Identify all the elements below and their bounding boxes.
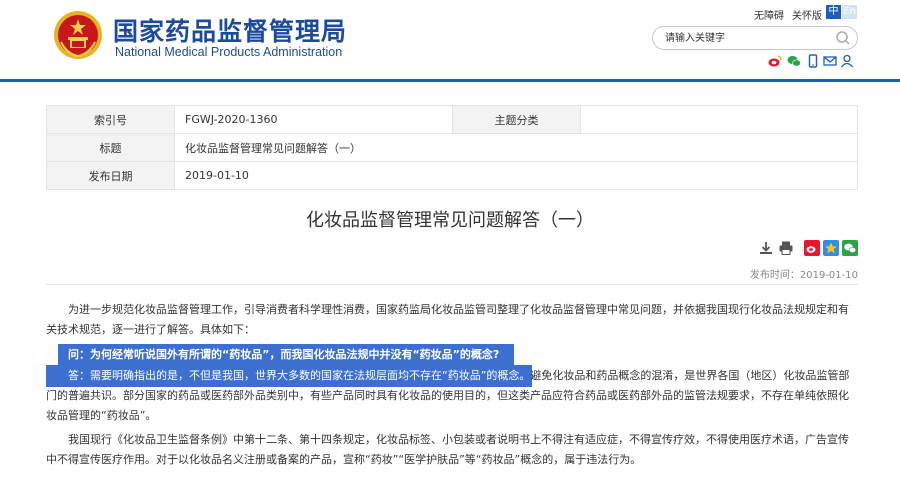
weibo-share-icon[interactable] xyxy=(804,240,820,256)
wechat-icon[interactable] xyxy=(787,54,801,68)
top-links: 无障碍 关怀版 xyxy=(754,7,830,22)
print-icon[interactable] xyxy=(778,240,794,256)
article-title: 化妆品监督管理常见问题解答（一） xyxy=(306,210,594,231)
answer-paragraph: 答：需要明确指出的是，不但是我国，世界大多数的国家在法规层面均不存在“药妆品”的… xyxy=(46,366,858,426)
national-emblem-icon[interactable] xyxy=(53,10,103,60)
download-icon[interactable] xyxy=(758,240,774,256)
title-label: 标题 xyxy=(46,133,175,162)
index-value: FGWJ-2020-1360 xyxy=(174,105,453,134)
answer-highlight-text: 答：需要明确指出的是，不但是我国，世界大多数的国家在法规层面均不存在“药妆品”的… xyxy=(68,369,531,382)
search-icon[interactable] xyxy=(835,30,851,46)
site-title[interactable]: 国家药品监督管理局 xyxy=(113,12,347,48)
publish-time: 发布时间：2019-01-10 xyxy=(749,270,858,281)
search-box xyxy=(652,26,858,50)
search-input[interactable] xyxy=(665,30,825,46)
index-label: 索引号 xyxy=(46,105,175,134)
table-row: 标题 化妆品监督管理常见问题解答（一） xyxy=(46,133,858,162)
site-title-en[interactable]: National Medical Products Administration xyxy=(115,45,342,59)
topic-label: 主题分类 xyxy=(452,105,581,134)
user-icon[interactable] xyxy=(840,54,854,68)
table-row: 发布日期 2019-01-10 xyxy=(46,161,858,190)
meta-table: 索引号 FGWJ-2020-1360 主题分类 标题 化妆品监督管理常见问题解答… xyxy=(46,105,858,190)
date-label: 发布日期 xyxy=(46,161,175,190)
title-value: 化妆品监督管理常见问题解答（一） xyxy=(174,133,858,162)
mobile-icon[interactable] xyxy=(806,54,820,68)
accessibility-link[interactable]: 无障碍 xyxy=(754,11,784,22)
qzone-share-icon[interactable] xyxy=(823,240,839,256)
topic-value xyxy=(580,105,858,134)
weibo-icon[interactable] xyxy=(768,54,782,68)
lang-cn-button[interactable]: 中 xyxy=(826,5,841,19)
site-header: 国家药品监督管理局 National Medical Products Admi… xyxy=(0,0,900,80)
question-highlight: 问：为何经常听说国外有所谓的“药妆品”，而我国化妆品法规中并没有“药妆品”的概念… xyxy=(58,344,514,366)
wechat-share-icon[interactable] xyxy=(842,240,858,256)
intro-paragraph: 为进一步规范化妆品监督管理工作，引导消费者科学理性消费，国家药监局化妆品监管司整… xyxy=(46,303,849,336)
content-divider xyxy=(46,284,858,285)
article-body: 为进一步规范化妆品监督管理工作，引导消费者科学理性消费，国家药监局化妆品监管司整… xyxy=(46,300,858,342)
date-value: 2019-01-10 xyxy=(174,161,858,190)
header-divider xyxy=(0,79,900,82)
lang-en-button[interactable]: En xyxy=(842,5,857,19)
regulation-paragraph: 我国现行《化妆品卫生监督条例》中第十二条、第十四条规定，化妆品标签、小包装或者说… xyxy=(46,433,849,466)
table-row: 索引号 FGWJ-2020-1360 主题分类 xyxy=(46,105,858,134)
care-mode-link[interactable]: 关怀版 xyxy=(792,11,822,22)
mail-icon[interactable] xyxy=(823,54,837,68)
